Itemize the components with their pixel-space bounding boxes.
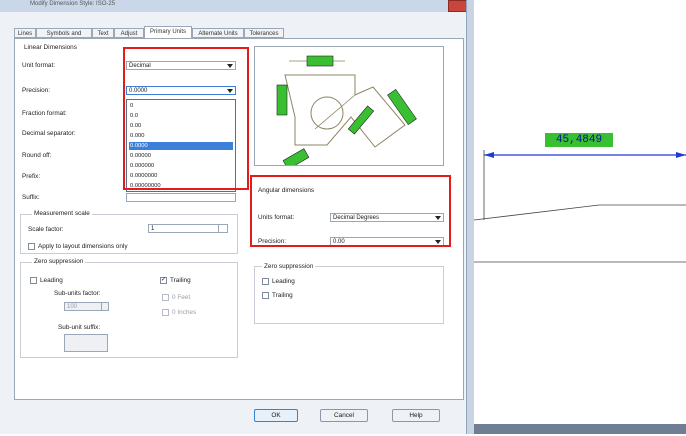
help-button[interactable]: Help <box>392 409 440 422</box>
scale-factor-spinner[interactable] <box>218 224 228 233</box>
unit-format-label: Unit format: <box>22 62 56 69</box>
angular-leading-checkbox[interactable] <box>262 278 269 285</box>
precision-label: Precision: <box>22 87 51 94</box>
inches-label: 0 Inches <box>172 309 197 316</box>
scale-factor-input[interactable]: 1 <box>148 224 220 233</box>
angular-highlight-box <box>250 175 451 247</box>
tab-lines[interactable]: Lines <box>14 28 36 38</box>
suffix-label: Suffix: <box>22 194 40 201</box>
sub-units-factor-value: 100 <box>67 304 78 310</box>
fraction-format-label: Fraction format: <box>22 110 67 117</box>
status-bar <box>474 424 686 434</box>
cancel-button[interactable]: Cancel <box>320 409 368 422</box>
dimension-preview <box>254 46 444 170</box>
precision-highlight-box <box>123 47 249 190</box>
measurement-scale-title: Measurement scale <box>32 210 92 217</box>
drawing-canvas[interactable] <box>473 0 686 434</box>
trailing-checkbox[interactable]: ✓ <box>160 277 167 284</box>
feet-label: 0 Feet <box>172 294 191 301</box>
tab-text[interactable]: Text <box>92 28 114 38</box>
tab-primary-units[interactable]: Primary Units <box>144 26 192 38</box>
drawing-geometry <box>473 150 686 263</box>
angular-trailing-label: Trailing <box>272 292 293 299</box>
sub-unit-suffix-label: Sub-unit suffix: <box>58 324 101 331</box>
scale-factor-label: Scale factor: <box>28 226 64 233</box>
tab-alternate-units[interactable]: Alternate Units <box>192 28 244 38</box>
angular-zero-suppression-title: Zero suppression <box>262 263 316 270</box>
angular-trailing-checkbox[interactable] <box>262 292 269 299</box>
tab-tolerances[interactable]: Tolerances <box>244 28 284 38</box>
trailing-label: Trailing <box>170 277 191 284</box>
tab-adjust[interactable]: Adjust <box>114 28 144 38</box>
linear-dimensions-title: Linear Dimensions <box>24 44 77 51</box>
tab-symbols-arrows[interactable]: Symbols and Arrows <box>36 28 92 47</box>
apply-layout-checkbox[interactable] <box>28 243 35 250</box>
angular-leading-label: Leading <box>272 278 295 285</box>
round-off-label: Round off: <box>22 152 52 159</box>
suffix-input[interactable] <box>126 193 236 202</box>
ok-button[interactable]: OK <box>254 409 298 422</box>
preview-drawing <box>276 55 417 170</box>
sub-unit-suffix-input[interactable] <box>64 334 108 352</box>
sub-units-factor-input[interactable]: 100 <box>64 302 102 311</box>
dimension-value-label[interactable]: 45,4849 <box>545 133 613 147</box>
feet-checkbox[interactable] <box>162 294 169 301</box>
window-title: Modify Dimension Style: ISO-25 <box>30 1 116 7</box>
inches-checkbox[interactable] <box>162 309 169 316</box>
dimension-style-dialog: Modify Dimension Style: ISO-25 Lines Sym… <box>0 0 474 434</box>
close-button[interactable] <box>448 0 468 12</box>
sub-units-factor-label: Sub-units factor: <box>54 290 101 297</box>
scale-factor-value: 1 <box>151 226 155 232</box>
prefix-label: Prefix: <box>22 173 41 180</box>
apply-layout-label: Apply to layout dimensions only <box>38 243 128 250</box>
decimal-separator-label: Decimal separator: <box>22 130 76 137</box>
leading-checkbox[interactable] <box>30 277 37 284</box>
sub-units-spinner[interactable] <box>101 302 109 311</box>
zero-suppression-title: Zero suppression <box>32 258 86 265</box>
title-bar: Modify Dimension Style: ISO-25 <box>0 0 474 12</box>
leading-label: Leading <box>40 277 63 284</box>
